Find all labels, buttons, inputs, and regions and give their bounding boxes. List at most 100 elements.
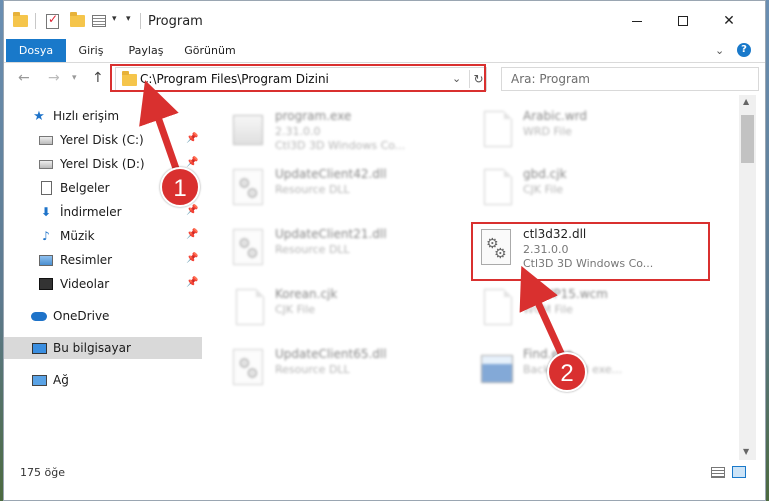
maximize-button[interactable]: [660, 7, 706, 35]
sidebar-item-label: Yerel Disk (C:): [60, 133, 144, 147]
help-icon[interactable]: ?: [737, 43, 751, 57]
page-icon: [233, 289, 267, 329]
exe-icon: [233, 111, 267, 151]
separator: [140, 13, 141, 29]
status-bar: 175 öğe: [4, 460, 765, 484]
file-type: Resource DLL: [275, 183, 350, 196]
sidebar-item-label: Belgeler: [60, 181, 110, 195]
sidebar-item-music[interactable]: ♪ Müzik 📌: [4, 225, 202, 247]
close-icon: ✕: [723, 13, 735, 29]
file-item[interactable]: ⚙ ⚙ UpdateClient42.dll Resource DLL: [231, 163, 467, 215]
details-view-icon[interactable]: [711, 467, 725, 478]
gear-file-icon: ⚙ ⚙: [233, 229, 267, 269]
folder-icon: [13, 12, 29, 30]
file-item[interactable]: ⚙ ⚙ UpdateClient65.dll Resource DLL: [231, 343, 467, 395]
sidebar-item-label: Hızlı erişim: [53, 109, 120, 123]
file-type: WCM File: [523, 303, 573, 316]
navigation-pane: ★ Hızlı erişim Yerel Disk (C:) 📌 Yerel D…: [4, 95, 202, 460]
scroll-up-icon[interactable]: ▲: [743, 97, 749, 106]
tab-view[interactable]: Görünüm: [178, 39, 242, 62]
file-highlight-box: [471, 222, 710, 281]
star-icon: ★: [33, 108, 45, 124]
pin-icon[interactable]: 📌: [186, 133, 198, 144]
file-name: gbd.cjk: [523, 167, 567, 181]
back-button[interactable]: ←: [18, 70, 30, 86]
up-button[interactable]: ↑: [92, 70, 104, 86]
pin-icon[interactable]: 📌: [186, 205, 198, 216]
file-name: UpdateClient42.dll: [275, 167, 387, 181]
video-icon: [38, 277, 54, 291]
file-item[interactable]: Find.exe Background exe...: [479, 343, 715, 395]
file-item[interactable]: Arabic.wrd WRD File: [479, 105, 715, 157]
sidebar-item-videos[interactable]: Videolar 📌: [4, 273, 202, 295]
gear-file-icon: ⚙ ⚙: [233, 349, 267, 389]
file-item[interactable]: Korean.cjk CJK File: [231, 283, 467, 335]
pin-icon[interactable]: 📌: [186, 277, 198, 288]
sidebar-item-network[interactable]: Ağ: [4, 369, 202, 391]
recent-locations-icon[interactable]: ▾: [72, 73, 77, 83]
forward-button[interactable]: →: [48, 70, 60, 86]
sidebar-item-onedrive[interactable]: OneDrive: [4, 305, 202, 327]
drive-icon: [38, 157, 54, 171]
sidebar-item-this-pc[interactable]: Bu bilgisayar: [4, 337, 202, 359]
pictures-icon: [38, 253, 54, 267]
sidebar-item-label: Ağ: [53, 373, 69, 387]
pin-icon[interactable]: 📌: [186, 157, 198, 168]
search-placeholder: Ara: Program: [511, 72, 590, 86]
file-item[interactable]: gbd.cjk CJK File: [479, 163, 715, 215]
file-name: Korean.cjk: [275, 287, 338, 301]
scroll-thumb[interactable]: [741, 115, 754, 163]
page-icon: [481, 169, 515, 209]
customize-toolbar-icon[interactable]: ▾: [126, 14, 131, 24]
page-icon: [481, 111, 515, 151]
file-item[interactable]: WoWP15.wcm WCM File: [479, 283, 715, 335]
address-highlight-box: [110, 64, 486, 92]
music-icon: ♪: [42, 229, 50, 243]
title-bar: ▾ ▾ Program ✕: [4, 1, 765, 41]
file-type: CJK File: [523, 183, 564, 196]
sidebar-item-pictures[interactable]: Resimler 📌: [4, 249, 202, 271]
close-button[interactable]: ✕: [706, 7, 752, 35]
file-item[interactable]: ⚙ ⚙ UpdateClient21.dll Resource DLL: [231, 223, 467, 275]
sidebar-item-label: Videolar: [60, 277, 110, 291]
expand-ribbon-icon[interactable]: ⌄: [715, 44, 724, 57]
tab-share[interactable]: Paylaş: [118, 39, 174, 62]
vertical-scrollbar[interactable]: ▲ ▼: [739, 95, 756, 460]
minimize-button[interactable]: [614, 7, 660, 35]
app-exe-icon: [481, 349, 515, 389]
file-item[interactable]: program.exe 2.31.0.0 Ctl3D 3D Windows Co…: [231, 105, 467, 157]
file-type: CJK File: [275, 303, 316, 316]
search-input[interactable]: Ara: Program: [501, 67, 759, 91]
sidebar-item-label: Resimler: [60, 253, 113, 267]
file-name: program.exe: [275, 109, 352, 123]
separator: [35, 13, 36, 29]
pin-icon[interactable]: 📌: [186, 229, 198, 240]
minimize-icon: [632, 20, 642, 22]
file-name: UpdateClient21.dll: [275, 227, 387, 241]
tiles-view-icon[interactable]: [732, 466, 746, 478]
network-icon: [31, 373, 47, 387]
tab-file[interactable]: Dosya: [6, 39, 66, 62]
document-icon: [38, 181, 54, 195]
properties-check-icon[interactable]: [46, 12, 62, 30]
maximize-icon: [678, 16, 688, 26]
sidebar-item-label: OneDrive: [53, 309, 110, 323]
step-marker-2: 2: [547, 352, 587, 392]
sidebar-item-quick-access[interactable]: ★ Hızlı erişim: [4, 105, 202, 127]
file-name: Arabic.wrd: [523, 109, 588, 123]
file-name: UpdateClient65.dll: [275, 347, 387, 361]
file-name: WoWP15.wcm: [523, 287, 608, 301]
computer-icon: [31, 341, 47, 355]
properties-icon[interactable]: [92, 12, 112, 30]
download-icon: ⬇: [40, 205, 52, 219]
new-folder-icon[interactable]: [70, 12, 86, 30]
tab-home[interactable]: Giriş: [68, 39, 114, 62]
sidebar-item-local-disk-c[interactable]: Yerel Disk (C:) 📌: [4, 129, 202, 151]
step-marker-1: 1: [160, 167, 200, 207]
chevron-down-icon[interactable]: ▾: [112, 14, 117, 24]
pin-icon[interactable]: 📌: [186, 253, 198, 264]
item-count: 175 öğe: [20, 466, 65, 479]
sidebar-item-label: Müzik: [60, 229, 95, 243]
scroll-down-icon[interactable]: ▼: [743, 447, 749, 456]
file-type: WRD File: [523, 125, 572, 138]
